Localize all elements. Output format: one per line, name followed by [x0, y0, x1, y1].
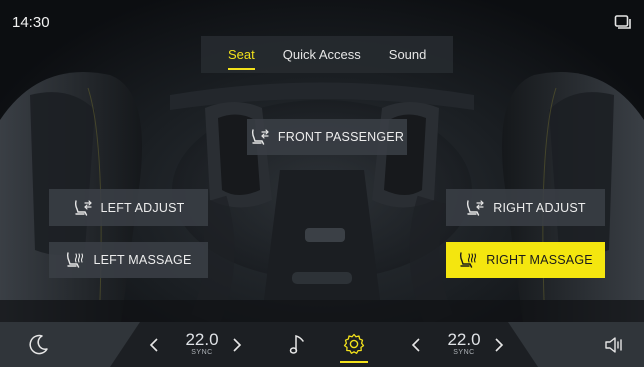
left-temp-value: 22.0: [185, 330, 219, 349]
seat-massage-icon: [460, 252, 477, 268]
seat-adjust-icon: [74, 199, 92, 216]
active-settings-indicator: [340, 361, 368, 363]
clock: 14:30: [12, 14, 50, 31]
front-passenger-button[interactable]: FRONT PASSENGER: [247, 119, 407, 155]
left-massage-button[interactable]: LEFT MASSAGE: [49, 242, 208, 278]
screen-cast-icon[interactable]: [614, 14, 632, 35]
left-temp-increase-button[interactable]: [231, 337, 243, 358]
right-adjust-button[interactable]: RIGHT ADJUST: [446, 189, 605, 226]
tab-seat[interactable]: Seat: [228, 36, 255, 73]
left-sync-label: SYNC: [191, 349, 213, 356]
right-temp-decrease-button[interactable]: [410, 337, 422, 358]
right-sync-label: SYNC: [453, 349, 475, 356]
tab-bar: Seat Quick Access Sound: [201, 36, 453, 73]
active-tab-indicator: [228, 68, 255, 70]
tab-quick-access-label: Quick Access: [282, 47, 361, 62]
seat-adjust-icon: [467, 199, 485, 216]
right-massage-button[interactable]: RIGHT MASSAGE: [446, 242, 605, 278]
left-adjust-button[interactable]: LEFT ADJUST: [49, 189, 208, 226]
moon-icon[interactable]: [28, 333, 50, 360]
right-massage-label: RIGHT MASSAGE: [486, 253, 593, 267]
right-temp-increase-button[interactable]: [493, 337, 505, 358]
tab-quick-access[interactable]: Quick Access: [283, 36, 361, 73]
right-adjust-label: RIGHT ADJUST: [493, 200, 586, 215]
gear-icon[interactable]: [343, 333, 365, 360]
tab-seat-label: Seat: [228, 47, 255, 62]
left-adjust-label: LEFT ADJUST: [100, 200, 185, 215]
left-temp-decrease-button[interactable]: [148, 337, 160, 358]
tab-sound-label: Sound: [388, 47, 427, 62]
right-temp-value: 22.0: [447, 330, 481, 349]
seat-adjust-icon: [251, 129, 269, 145]
left-temperature: 22.0 SYNC: [174, 331, 230, 357]
speaker-icon[interactable]: [603, 335, 627, 360]
seat-massage-icon: [67, 252, 84, 268]
tab-sound[interactable]: Sound: [389, 36, 427, 73]
music-note-icon[interactable]: [288, 333, 308, 360]
left-massage-label: LEFT MASSAGE: [93, 253, 192, 267]
seat-settings-screen: 14:30 Seat Quick Access Sound FRONT PASS…: [0, 0, 644, 367]
right-temperature: 22.0 SYNC: [436, 331, 492, 357]
front-passenger-label: FRONT PASSENGER: [277, 130, 405, 144]
